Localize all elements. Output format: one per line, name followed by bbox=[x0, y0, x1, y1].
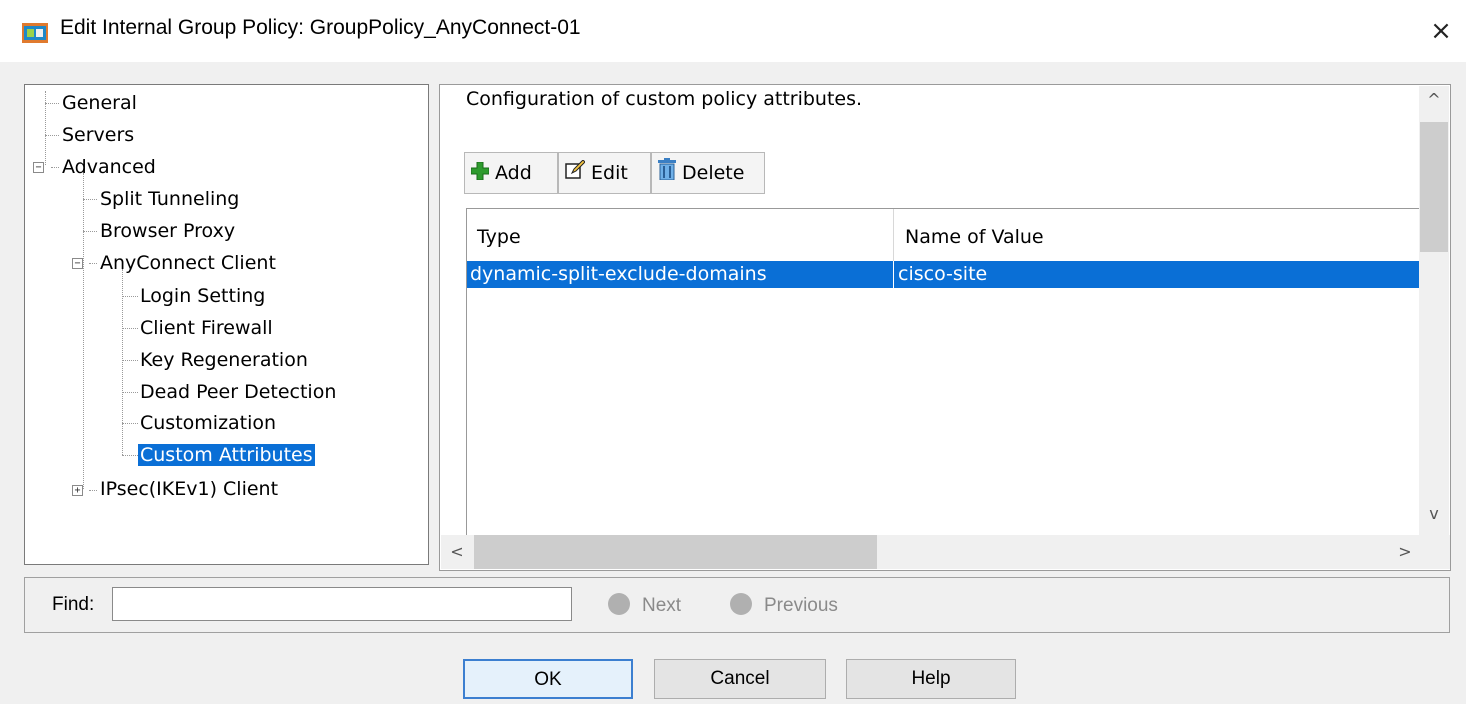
add-button-label: Add bbox=[495, 162, 532, 184]
table-cell-name-of-value: cisco-site bbox=[898, 263, 988, 285]
tree-item-label: Servers bbox=[62, 124, 135, 146]
tree-item-browser-proxy[interactable]: Browser Proxy bbox=[98, 218, 237, 244]
previous-arrow-icon bbox=[730, 592, 752, 615]
previous-button-label: Previous bbox=[764, 595, 838, 616]
trash-icon bbox=[658, 154, 676, 194]
close-button[interactable]: × bbox=[1425, 14, 1457, 48]
next-button-label: Next bbox=[642, 595, 682, 616]
window-title: Edit Internal Group Policy: GroupPolicy_… bbox=[60, 16, 581, 39]
tree-item-label: Key Regeneration bbox=[140, 349, 308, 371]
find-input[interactable] bbox=[112, 587, 572, 621]
scroll-right-icon[interactable]: > bbox=[1391, 542, 1419, 561]
advanced-collapse-icon[interactable]: − bbox=[33, 162, 44, 173]
custom-attributes-table: Type Name of Value dynamic-split-exclude… bbox=[466, 208, 1419, 535]
scroll-left-icon[interactable]: < bbox=[443, 542, 471, 561]
tree-item-anyconnect-client[interactable]: AnyConnect Client bbox=[98, 250, 278, 276]
scroll-down-icon[interactable]: v bbox=[1420, 504, 1448, 523]
tree-item-ipsec-client[interactable]: IPsec(IKEv1) Client bbox=[98, 476, 280, 502]
delete-button-label: Delete bbox=[682, 162, 745, 184]
edit-button[interactable]: Edit bbox=[558, 152, 651, 194]
column-header-name-of-value[interactable]: Name of Value bbox=[895, 209, 1419, 261]
tree-item-label: Login Setting bbox=[140, 285, 266, 307]
ipsec-expand-icon[interactable]: + bbox=[72, 485, 83, 496]
ok-button[interactable]: OK bbox=[463, 659, 633, 699]
tree-item-customization[interactable]: Customization bbox=[138, 410, 278, 436]
add-button[interactable]: Add bbox=[464, 152, 558, 194]
horizontal-scroll-thumb[interactable] bbox=[474, 535, 877, 569]
edit-button-label: Edit bbox=[591, 162, 628, 184]
tree-item-client-firewall[interactable]: Client Firewall bbox=[138, 315, 275, 341]
anyconnect-collapse-icon[interactable]: − bbox=[72, 258, 83, 269]
tree-item-label: Browser Proxy bbox=[100, 220, 236, 242]
tree-item-custom-attributes[interactable]: Custom Attributes bbox=[138, 442, 315, 468]
help-button[interactable]: Help bbox=[846, 659, 1016, 699]
delete-button[interactable]: Delete bbox=[651, 152, 765, 194]
previous-button[interactable]: Previous bbox=[730, 592, 838, 619]
panel-description: Configuration of custom policy attribute… bbox=[466, 88, 863, 110]
tree-item-login-setting[interactable]: Login Setting bbox=[138, 283, 267, 309]
app-window-icon bbox=[22, 21, 48, 45]
next-arrow-icon bbox=[608, 592, 630, 615]
tree-item-label: Customization bbox=[140, 412, 277, 434]
navigation-tree: − − + General Servers Advanced Split Tun… bbox=[24, 84, 429, 565]
tree-item-label: Advanced bbox=[62, 156, 156, 178]
column-header-type[interactable]: Type bbox=[467, 209, 894, 261]
tree-item-split-tunneling[interactable]: Split Tunneling bbox=[98, 186, 241, 212]
tree-item-label: Split Tunneling bbox=[100, 188, 240, 210]
tree-item-advanced[interactable]: Advanced bbox=[60, 154, 158, 180]
add-icon bbox=[470, 154, 490, 194]
tree-item-label: IPsec(IKEv1) Client bbox=[100, 478, 279, 500]
tree-item-key-regeneration[interactable]: Key Regeneration bbox=[138, 347, 310, 373]
cancel-button[interactable]: Cancel bbox=[654, 659, 826, 699]
vertical-scroll-thumb[interactable] bbox=[1420, 122, 1448, 252]
next-button[interactable]: Next bbox=[608, 592, 682, 619]
tree-item-servers[interactable]: Servers bbox=[60, 122, 136, 148]
tree-item-dead-peer-detection[interactable]: Dead Peer Detection bbox=[138, 379, 338, 405]
tree-item-label: Custom Attributes bbox=[138, 444, 315, 466]
tree-item-label: AnyConnect Client bbox=[100, 252, 276, 274]
table-cell-type: dynamic-split-exclude-domains bbox=[467, 261, 894, 288]
table-row[interactable]: dynamic-split-exclude-domains cisco-site bbox=[467, 261, 1419, 288]
tree-item-label: Dead Peer Detection bbox=[140, 381, 337, 403]
tree-item-label: Client Firewall bbox=[140, 317, 273, 339]
find-label: Find: bbox=[52, 594, 95, 615]
tree-item-label: General bbox=[62, 92, 137, 114]
scroll-up-icon[interactable]: ^ bbox=[1420, 90, 1448, 109]
edit-icon bbox=[565, 154, 586, 194]
tree-item-general[interactable]: General bbox=[60, 90, 139, 116]
